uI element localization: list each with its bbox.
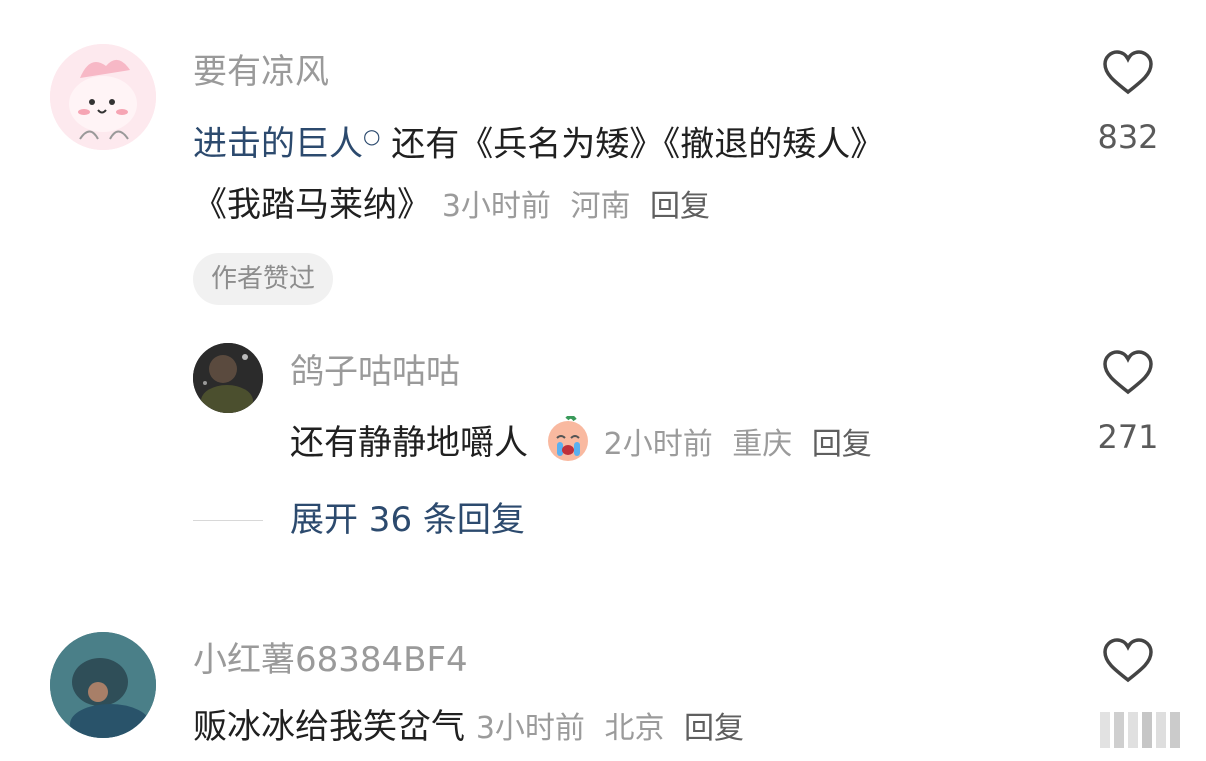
laughing-crying-emoji-icon	[547, 414, 588, 461]
comment-username[interactable]: 小红薯68384BF4	[193, 640, 468, 680]
reply-button[interactable]: 回复	[650, 189, 710, 224]
like-heart-icon[interactable]	[1102, 50, 1154, 96]
comment-text-line: 贩冰冰给我笑岔气 3小时前 北京 回复	[193, 705, 754, 751]
search-link[interactable]: 进击的巨人○	[193, 124, 380, 164]
reply-button[interactable]: 回复	[684, 711, 744, 746]
watermark-graphic	[1100, 712, 1180, 748]
comment-username[interactable]: 要有凉风	[193, 52, 329, 92]
reply-time: 2小时前	[603, 427, 713, 462]
avatar-photo	[50, 632, 156, 738]
expand-replies-button[interactable]: 展开 36 条回复	[290, 500, 525, 540]
search-icon: ○	[363, 124, 381, 148]
reply-location: 重庆	[732, 427, 793, 462]
avatar-photo	[193, 343, 263, 413]
comment-text: 《我踏马莱纳》	[193, 185, 431, 225]
comment-text-line2: 《我踏马莱纳》 3小时前 河南 回复	[193, 183, 720, 229]
avatar[interactable]	[50, 44, 156, 150]
reply-button[interactable]: 回复	[812, 427, 872, 462]
search-link-text[interactable]: 进击的巨人	[193, 124, 363, 164]
comment-text-line1: 进击的巨人○ 还有《兵名为矮》《撤退的矮人》	[193, 114, 884, 166]
comment-text: 贩冰冰给我笑岔气	[193, 707, 465, 747]
like-count: 271	[1097, 418, 1159, 456]
comment-meta: 3小时前 河南 回复	[442, 189, 720, 224]
comment-time: 3小时前	[475, 711, 585, 746]
reply-meta: 2小时前 重庆 回复	[604, 427, 882, 462]
comment-text: 还有《兵名为矮》《撤退的矮人》	[380, 124, 885, 165]
comment-meta: 3小时前 北京 回复	[476, 711, 754, 746]
expand-divider	[193, 520, 263, 521]
comment-location: 河南	[570, 189, 631, 224]
comment-location: 北京	[604, 711, 665, 746]
like-count: 832	[1097, 118, 1159, 156]
author-liked-badge: 作者赞过	[193, 253, 334, 305]
reply-text-line: 还有静静地嚼人 2小时前 重庆 回复	[290, 414, 882, 467]
avatar-pink-character	[50, 44, 156, 150]
comment-time: 3小时前	[441, 189, 551, 224]
reply-text: 还有静静地嚼人	[290, 423, 528, 463]
reply-username[interactable]: 鸽子咕咕咕	[290, 352, 460, 392]
avatar[interactable]	[50, 632, 156, 738]
like-heart-icon[interactable]	[1102, 638, 1154, 684]
avatar[interactable]	[193, 343, 263, 413]
like-heart-icon[interactable]	[1102, 350, 1154, 396]
